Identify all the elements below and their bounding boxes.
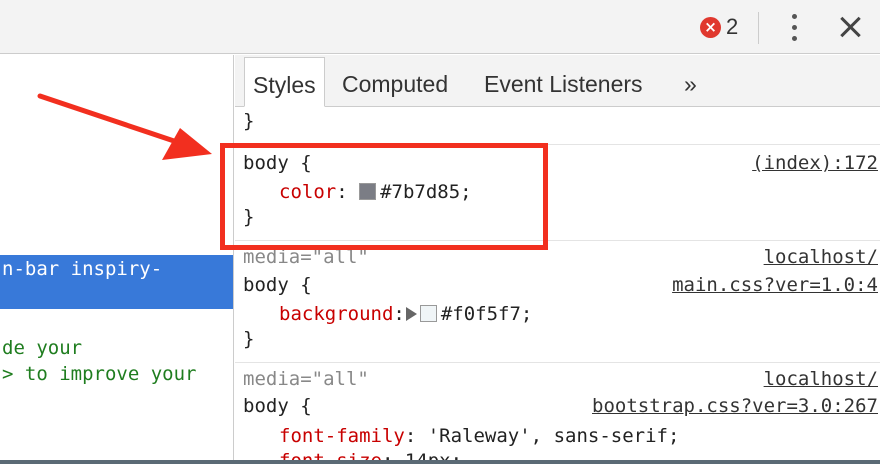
annotation-highlight-box [220,143,548,250]
close-brace: } [243,110,255,132]
toolbar-divider [758,12,759,44]
dom-comment-line[interactable]: de your [2,337,82,359]
rule-source-link[interactable]: (index):172 [752,152,878,174]
rule-source-link[interactable]: localhost/ [764,246,878,268]
annotation-arrow-icon [37,93,212,160]
sidebar-tabs: Styles Computed Event Listeners » [235,55,880,107]
dom-comment-line[interactable]: > to improve your [2,363,196,385]
devtools-toolbar: × 2 [0,0,880,54]
style-declaration[interactable]: background: #f0f5f7; [279,303,532,325]
style-declaration[interactable]: font-family: 'Raleway', sans-serif; [279,425,679,447]
tab-event-listeners[interactable]: Event Listeners [476,57,651,107]
close-brace: } [243,328,255,350]
window-bottom-edge [0,460,880,464]
tab-more-chevron[interactable]: » [676,57,705,107]
rule-selector[interactable]: body { [243,274,312,296]
property-value[interactable]: #f0f5f7; [441,303,533,325]
rule-source-link[interactable]: localhost/ [764,368,878,390]
color-swatch-icon[interactable] [419,305,437,322]
expand-triangle-icon[interactable] [405,307,417,321]
rule-source-link[interactable]: main.css?ver=1.0:4 [672,274,878,296]
rule-divider [235,362,880,363]
tab-computed[interactable]: Computed [334,57,456,107]
property-name[interactable]: font-family [279,425,405,447]
error-counter[interactable]: × 2 [700,14,738,40]
property-name[interactable]: background [279,303,393,325]
more-options-icon[interactable] [785,13,805,43]
tab-styles[interactable]: Styles [244,57,325,107]
selected-dom-node[interactable]: n-bar inspiry- [0,255,233,309]
media-query: media="all" [243,368,369,390]
close-icon[interactable] [837,14,863,40]
property-value[interactable]: 'Raleway', sans-serif; [428,425,680,447]
rule-selector[interactable]: body { [243,395,312,417]
error-count: 2 [726,14,739,39]
rule-source-link[interactable]: bootstrap.css?ver=3.0:267 [592,395,878,417]
error-circle-icon: × [700,16,721,38]
